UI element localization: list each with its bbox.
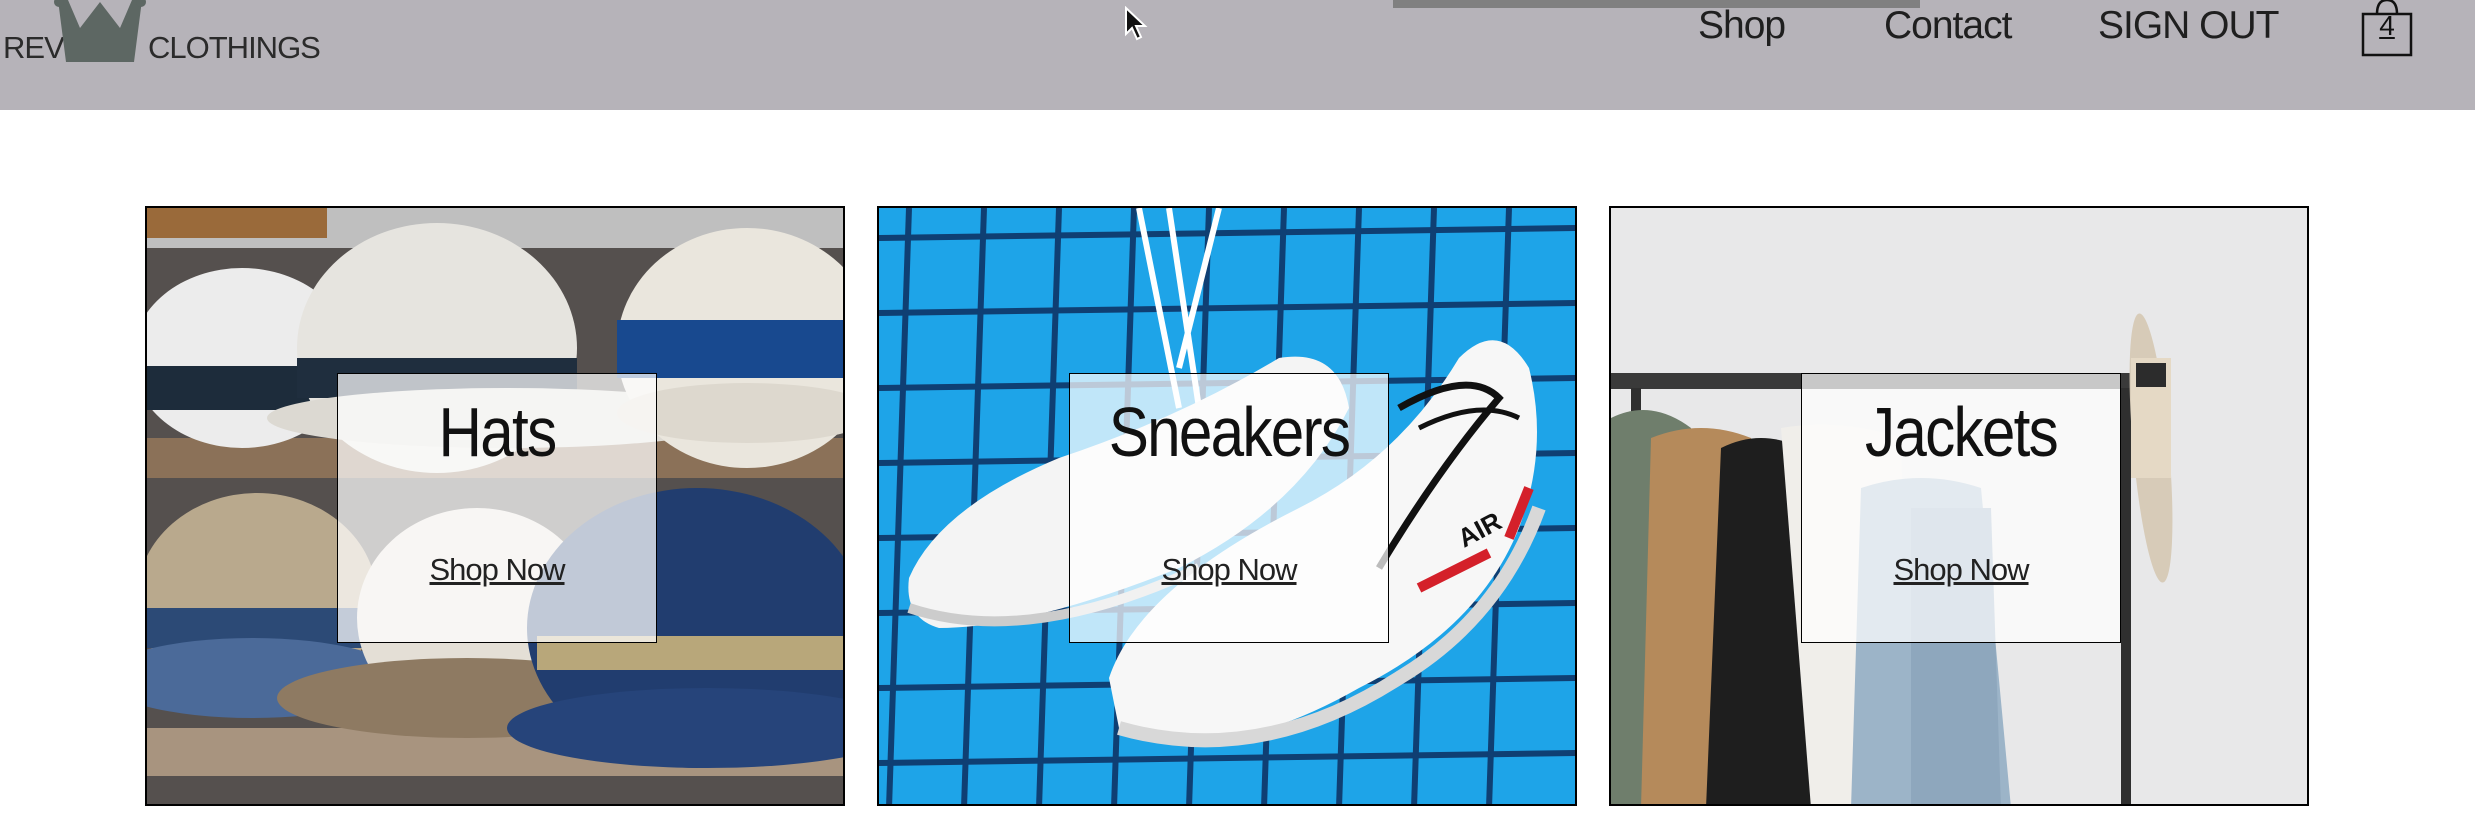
cart-button[interactable]: 4 <box>2360 0 2414 58</box>
mouse-cursor-icon <box>1125 6 1148 41</box>
category-title: Jackets <box>1864 393 2059 471</box>
header-accent-bar <box>1393 0 1920 8</box>
category-overlay: Hats Shop Now <box>337 373 657 643</box>
category-overlay: Sneakers Shop Now <box>1069 373 1389 643</box>
shop-now-link[interactable]: Shop Now <box>1802 552 2120 588</box>
category-card-jackets[interactable]: Jackets Shop Now <box>1609 206 2309 806</box>
brand-logo[interactable]: REV CLOTHINGS <box>0 0 321 75</box>
brand-name-right: CLOTHINGS <box>148 30 321 65</box>
shop-now-link[interactable]: Shop Now <box>1070 552 1388 588</box>
category-title: Hats <box>438 393 558 471</box>
nav-contact-link[interactable]: Contact <box>1884 4 2012 48</box>
cart-item-count: 4 <box>2379 10 2395 41</box>
category-card-sneakers[interactable]: AIR Sneakers Shop Now <box>877 206 1577 806</box>
nav-shop-link[interactable]: Shop <box>1698 4 1786 48</box>
shop-now-link[interactable]: Shop Now <box>338 552 656 588</box>
crown-icon <box>54 0 146 62</box>
category-title: Sneakers <box>1108 393 1351 471</box>
site-header: REV CLOTHINGS Shop Contact SIGN OUT 4 <box>0 0 2475 110</box>
nav-sign-out-link[interactable]: SIGN OUT <box>2098 4 2280 48</box>
category-overlay: Jackets Shop Now <box>1801 373 2121 643</box>
category-card-hats[interactable]: Hats Shop Now <box>145 206 845 806</box>
